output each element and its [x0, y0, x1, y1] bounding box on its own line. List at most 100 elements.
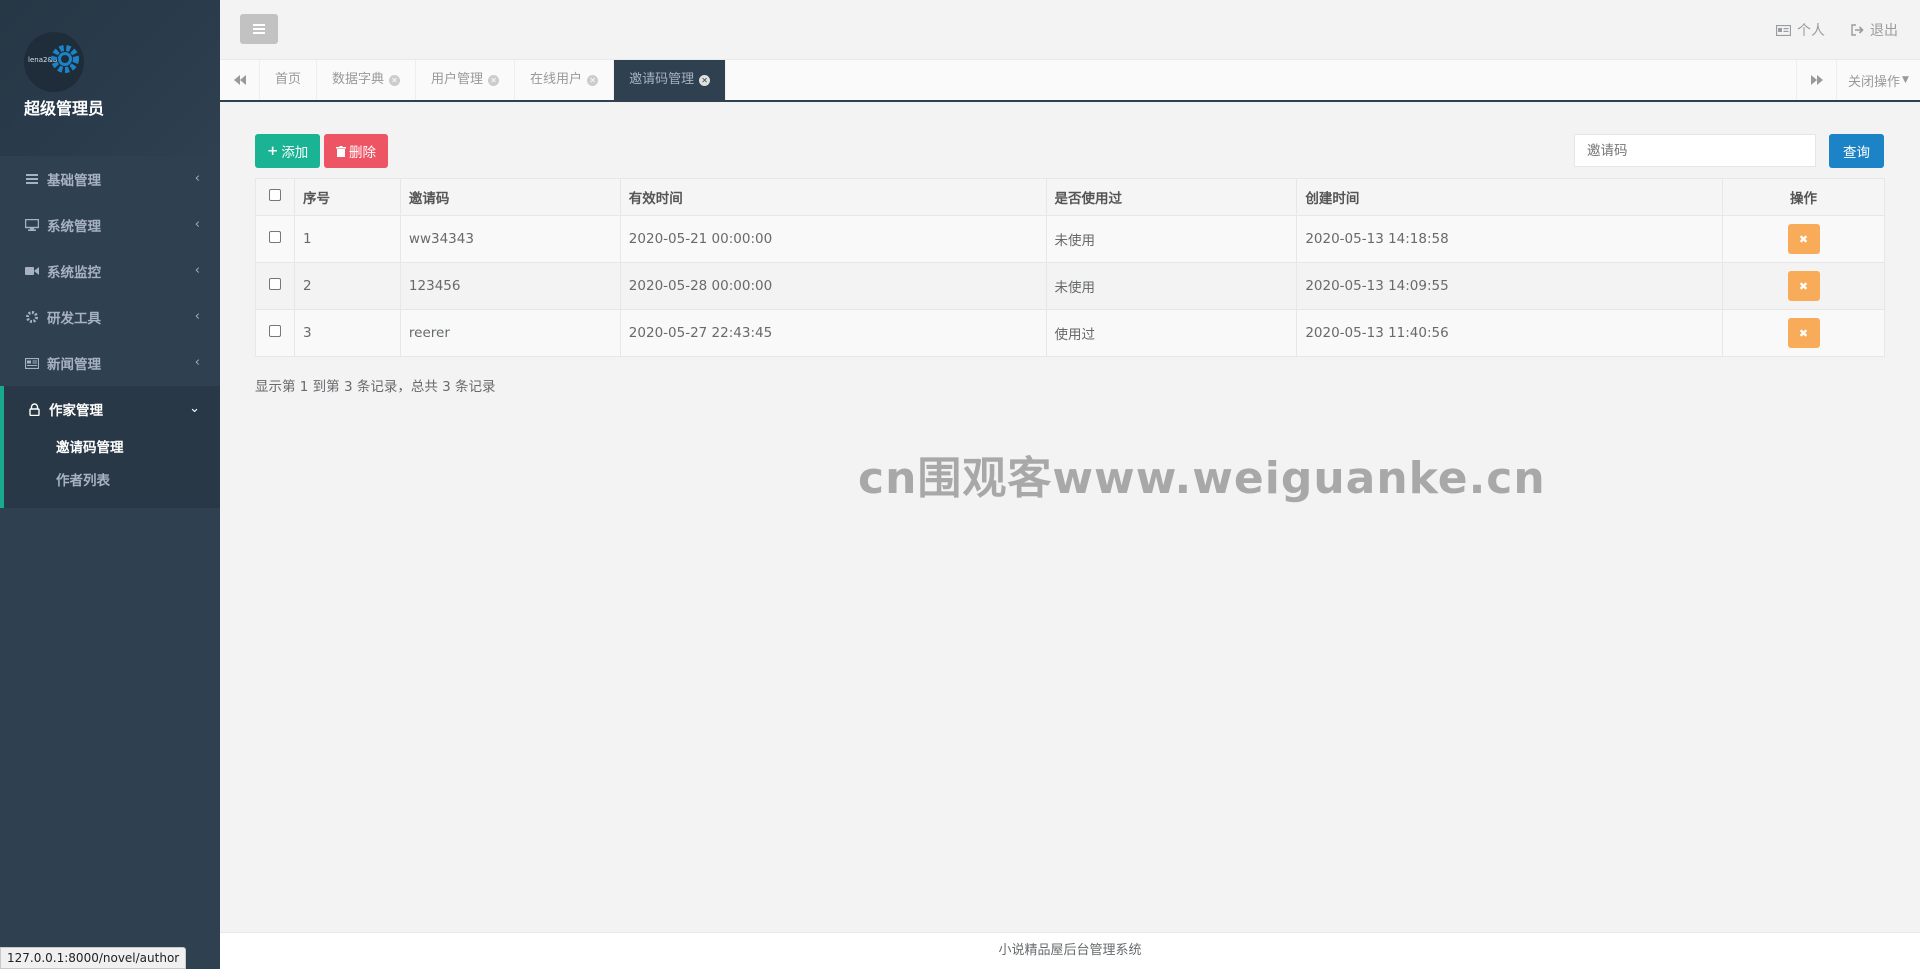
close-icon[interactable]: ✕ — [488, 74, 500, 86]
search-label: 查询 — [1843, 145, 1870, 161]
table-row[interactable]: 2 123456 2020-05-28 00:00:00 未使用 2020-05… — [255, 262, 1885, 310]
sidebar-subitem-invite-codes[interactable]: 邀请码管理 — [4, 432, 220, 465]
profile-link[interactable]: 个人 — [1776, 20, 1825, 40]
row-checkbox[interactable] — [268, 231, 281, 243]
times-icon: ✖ — [1798, 326, 1809, 340]
browser-status-url: 127.0.0.1:8000/novel/author — [0, 947, 187, 969]
gear-logo-icon — [51, 45, 79, 73]
invite-code-search-input[interactable] — [1574, 134, 1816, 167]
sidebar-item-basic[interactable]: 基础管理 ‹ — [0, 156, 220, 202]
sidebar-item-label: 系统管理 — [47, 219, 101, 235]
chevron-down-icon: ⌄ — [189, 401, 200, 416]
times-icon: ✖ — [1798, 232, 1809, 246]
topbar: 个人 退出 — [220, 0, 1920, 60]
column-header: 操作 — [1722, 178, 1885, 216]
tab-invite-codes[interactable]: 邀请码管理 ✕ — [614, 60, 727, 100]
delete-button[interactable]: 删除 — [324, 134, 388, 168]
lock-icon — [27, 402, 41, 416]
tab-bar: 首页 数据字典 ✕ 用户管理 ✕ 在线用户 ✕ 邀请码管理 ✕ 关闭操作 ▼ — [220, 60, 1920, 102]
valid-time-cell: 2020-05-28 00:00:00 — [619, 262, 1047, 310]
row-select-cell — [255, 309, 295, 357]
footer: 小说精品屋后台管理系统 — [220, 932, 1920, 969]
action-cell: ✖ — [1722, 262, 1885, 310]
avatar[interactable]: lena2&b — [24, 32, 84, 92]
logout-label: 退出 — [1870, 23, 1898, 39]
code-cell: 123456 — [399, 262, 621, 310]
logout-link[interactable]: 退出 — [1851, 20, 1898, 40]
chevron-left-icon: ‹ — [194, 355, 200, 370]
column-header[interactable]: 创建时间 — [1296, 178, 1724, 216]
index-cell: 1 — [293, 215, 401, 263]
sidebar-item-monitor[interactable]: 系统监控 ‹ — [0, 248, 220, 294]
column-header[interactable]: 是否使用过 — [1045, 178, 1298, 216]
sidebar-item-system[interactable]: 系统管理 ‹ — [0, 202, 220, 248]
select-all-cell — [255, 178, 295, 216]
tab-user-management[interactable]: 用户管理 ✕ — [416, 60, 516, 100]
row-delete-button[interactable]: ✖ — [1787, 318, 1820, 348]
times-icon: ✖ — [1798, 279, 1809, 293]
table-header-row: 序号 邀请码 有效时间 是否使用过 创建时间 操作 — [255, 178, 1885, 216]
tab-dictionary[interactable]: 数据字典 ✕ — [317, 60, 417, 100]
sidebar-item-devtools[interactable]: 研发工具 ‹ — [0, 294, 220, 340]
gear-icon — [25, 310, 39, 324]
id-card-icon — [1776, 24, 1791, 36]
caret-down-icon: ▼ — [1902, 75, 1909, 85]
chevron-left-icon: ‹ — [194, 263, 200, 278]
created-time-cell: 2020-05-13 14:09:55 — [1296, 262, 1724, 310]
profile-panel: lena2&b 超级管理员 — [0, 0, 220, 156]
tab-label: 首页 — [275, 72, 302, 87]
sidebar: lena2&b 超级管理员 基础管理 ‹ 系统管理 ‹ 系统监控 ‹ 研发工具 … — [0, 0, 220, 969]
main-area: 个人 退出 首页 数据字典 ✕ 用户管理 ✕ 在线用户 ✕ 邀请码管理 ✕ 关闭操作 ▼ — [220, 0, 1920, 969]
close-operations-label: 关闭操作 — [1848, 74, 1901, 90]
column-header[interactable]: 有效时间 — [619, 178, 1047, 216]
tab-scroll-left-button[interactable] — [220, 60, 260, 100]
used-status-cell: 未使用 — [1045, 215, 1298, 263]
video-icon — [25, 264, 39, 278]
tab-online-users[interactable]: 在线用户 ✕ — [515, 60, 615, 100]
column-header[interactable]: 序号 — [293, 178, 401, 216]
index-cell: 2 — [293, 262, 401, 310]
row-delete-button[interactable]: ✖ — [1787, 271, 1820, 301]
sidebar-item-news[interactable]: 新闻管理 ‹ — [0, 340, 220, 386]
profile-label: 个人 — [1797, 23, 1825, 39]
tab-scroll-right-button[interactable] — [1796, 60, 1836, 100]
tabs: 首页 数据字典 ✕ 用户管理 ✕ 在线用户 ✕ 邀请码管理 ✕ — [260, 60, 727, 100]
row-select-cell — [255, 262, 295, 310]
sidebar-submenu: 邀请码管理 作者列表 — [4, 432, 220, 508]
code-cell: ww34343 — [399, 215, 621, 263]
search-button[interactable]: 查询 — [1829, 134, 1884, 168]
delete-label: 删除 — [349, 145, 376, 161]
list-icon — [25, 172, 39, 186]
select-all-checkbox[interactable] — [268, 189, 281, 201]
close-operations-dropdown[interactable]: 关闭操作 ▼ — [1836, 60, 1920, 100]
tab-home[interactable]: 首页 — [260, 60, 318, 100]
row-checkbox[interactable] — [268, 325, 281, 337]
row-delete-button[interactable]: ✖ — [1787, 224, 1820, 254]
tab-label: 数据字典 — [332, 72, 385, 87]
sidebar-item-author[interactable]: 作家管理 ⌄ — [4, 386, 220, 432]
add-button[interactable]: + 添加 — [255, 134, 321, 168]
row-select-cell — [255, 215, 295, 263]
desktop-icon — [25, 218, 39, 232]
close-icon[interactable]: ✕ — [389, 74, 401, 86]
action-cell: ✖ — [1722, 215, 1885, 263]
watermark: cn围观客www.weiguanke.cn — [858, 453, 1546, 504]
sidebar-item-label: 研发工具 — [47, 311, 101, 327]
topbar-actions: 个人 退出 — [1776, 20, 1898, 40]
created-time-cell: 2020-05-13 14:18:58 — [1296, 215, 1724, 263]
invite-code-table: 序号 邀请码 有效时间 是否使用过 创建时间 操作 1 ww34343 2020… — [255, 178, 1885, 357]
table-row[interactable]: 3 reerer 2020-05-27 22:43:45 使用过 2020-05… — [255, 309, 1885, 357]
column-header[interactable]: 邀请码 — [399, 178, 621, 216]
close-icon[interactable]: ✕ — [587, 74, 599, 86]
admin-name[interactable]: 超级管理员 — [24, 95, 104, 119]
sidebar-subitem-author-list[interactable]: 作者列表 — [4, 465, 220, 498]
menu-toggle-button[interactable] — [240, 14, 278, 44]
close-icon[interactable]: ✕ — [699, 74, 711, 86]
trash-icon — [336, 145, 346, 157]
tab-label: 在线用户 — [530, 72, 583, 87]
valid-time-cell: 2020-05-27 22:43:45 — [619, 309, 1047, 357]
sign-out-icon — [1851, 24, 1864, 36]
row-checkbox[interactable] — [268, 278, 281, 290]
table-row[interactable]: 1 ww34343 2020-05-21 00:00:00 未使用 2020-0… — [255, 215, 1885, 263]
plus-icon: + — [267, 143, 279, 159]
